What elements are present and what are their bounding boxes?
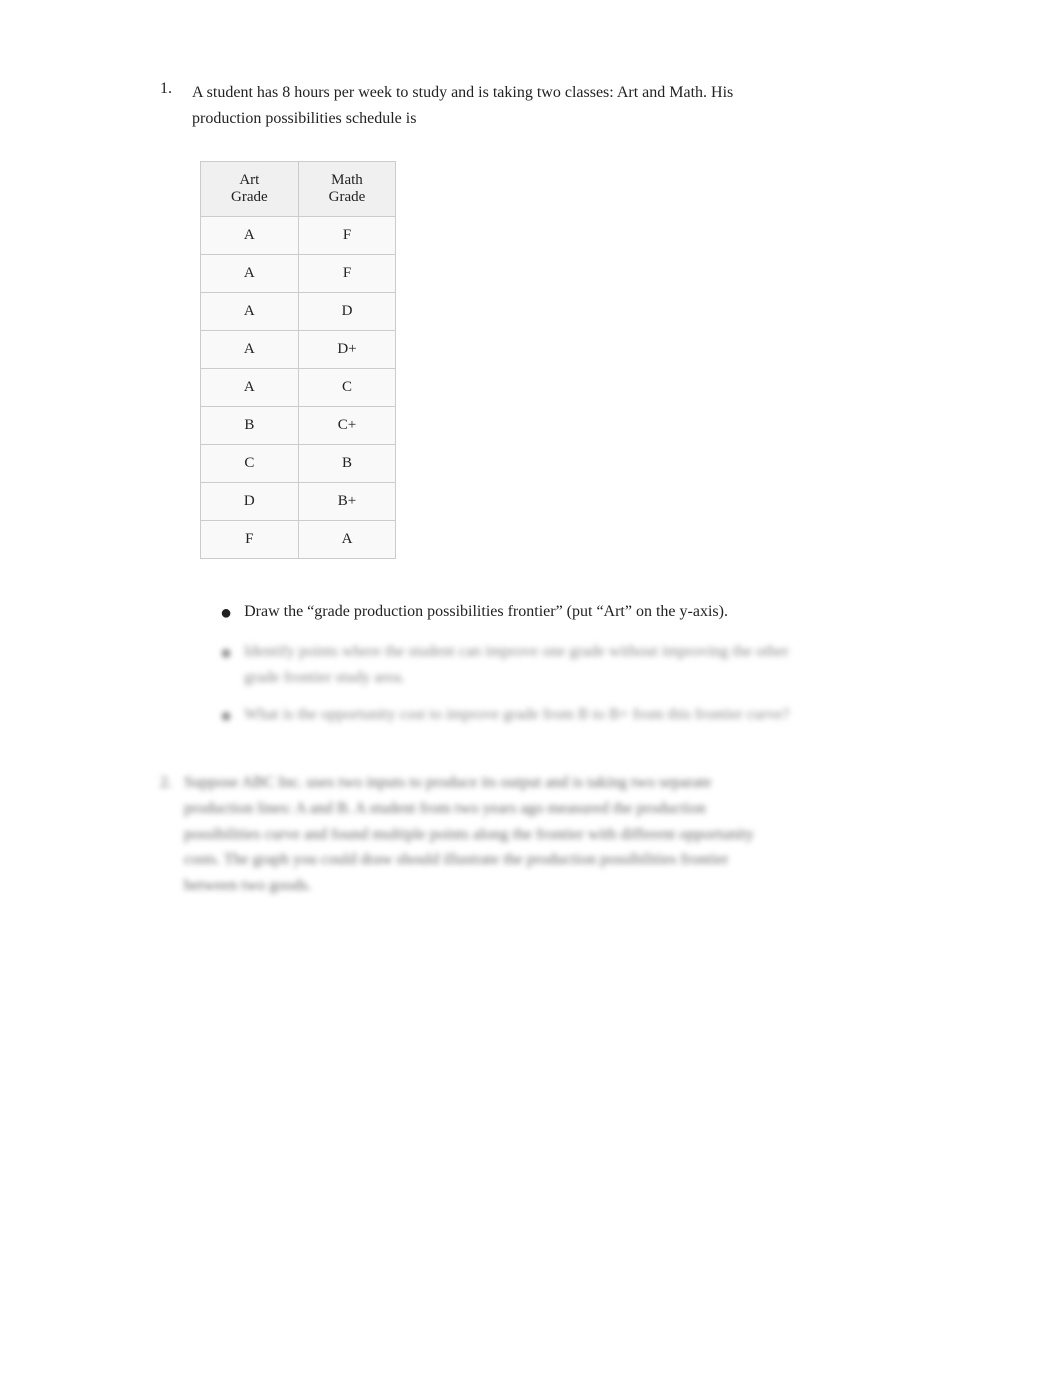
- table-row: DB+: [201, 483, 396, 521]
- question-1-block: 1. A student has 8 hours per week to stu…: [100, 80, 962, 730]
- bullet-dot-3: ●: [220, 702, 232, 730]
- table-row: AF: [201, 255, 396, 293]
- math-grade-cell: F: [298, 255, 396, 293]
- math-grade-header: Math Grade: [298, 162, 396, 217]
- question-2-number: 2.: [160, 770, 172, 898]
- bullet-list: ● Draw the “grade production possibiliti…: [100, 599, 962, 730]
- table-row: AD+: [201, 331, 396, 369]
- table-row: CB: [201, 445, 396, 483]
- question-2-block: 2. Suppose ABC Inc. uses two inputs to p…: [100, 770, 962, 898]
- question-2-body: Suppose ABC Inc. uses two inputs to prod…: [184, 770, 780, 898]
- art-grade-cell: A: [201, 293, 299, 331]
- art-grade-cell: A: [201, 331, 299, 369]
- bullet-item-2: ● Identify points where the student can …: [220, 639, 820, 690]
- art-grade-cell: B: [201, 407, 299, 445]
- math-grade-cell: D: [298, 293, 396, 331]
- question-2-text: 2. Suppose ABC Inc. uses two inputs to p…: [160, 770, 780, 898]
- table-row: AD: [201, 293, 396, 331]
- math-grade-cell: B+: [298, 483, 396, 521]
- question-1-text: 1. A student has 8 hours per week to stu…: [100, 80, 962, 131]
- table-row: AC: [201, 369, 396, 407]
- math-grade-cell: C: [298, 369, 396, 407]
- math-grade-cell: F: [298, 217, 396, 255]
- bullet-dot-2: ●: [220, 639, 232, 690]
- math-grade-cell: B: [298, 445, 396, 483]
- art-grade-cell: A: [201, 255, 299, 293]
- bullet-text-3: What is the opportunity cost to improve …: [244, 702, 789, 730]
- table-row: BC+: [201, 407, 396, 445]
- art-grade-cell: A: [201, 369, 299, 407]
- math-grade-cell: C+: [298, 407, 396, 445]
- art-grade-cell: C: [201, 445, 299, 483]
- table-header-row: Art Grade Math Grade: [201, 162, 396, 217]
- math-grade-cell: A: [298, 521, 396, 559]
- bullet-dot-1: ●: [220, 599, 232, 627]
- math-grade-cell: D+: [298, 331, 396, 369]
- bullet-item-3: ● What is the opportunity cost to improv…: [220, 702, 820, 730]
- bullet-item-1: ● Draw the “grade production possibiliti…: [220, 599, 820, 627]
- art-grade-cell: F: [201, 521, 299, 559]
- question-1-number: 1.: [160, 80, 180, 131]
- art-grade-cell: A: [201, 217, 299, 255]
- question-1-body: A student has 8 hours per week to study …: [192, 80, 792, 131]
- bullet-text-2: Identify points where the student can im…: [244, 639, 820, 690]
- production-table: Art Grade Math Grade AFAFADAD+ACBC+CBDB+…: [200, 161, 962, 559]
- art-grade-cell: D: [201, 483, 299, 521]
- schedule-table: Art Grade Math Grade AFAFADAD+ACBC+CBDB+…: [200, 161, 396, 559]
- art-grade-header: Art Grade: [201, 162, 299, 217]
- table-body: AFAFADAD+ACBC+CBDB+FA: [201, 217, 396, 559]
- table-row: FA: [201, 521, 396, 559]
- table-row: AF: [201, 217, 396, 255]
- bullet-text-1: Draw the “grade production possibilities…: [244, 599, 728, 627]
